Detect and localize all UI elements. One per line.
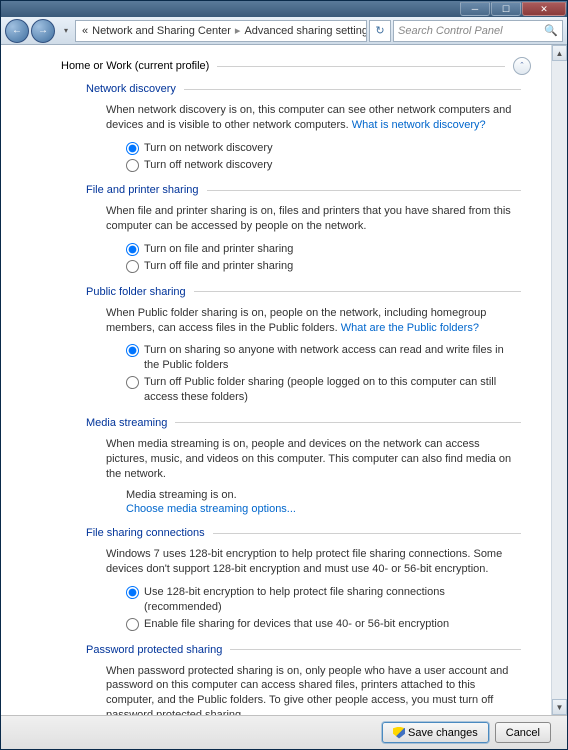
radio-input[interactable] [126, 243, 139, 256]
radio-network-discovery-off[interactable]: Turn off network discovery [126, 158, 521, 173]
scroll-down-icon[interactable]: ▼ [552, 699, 567, 715]
help-link[interactable]: What are the Public folders? [341, 322, 479, 334]
section-description: When file and printer sharing is on, fil… [106, 204, 521, 234]
section-title-text: Network discovery [86, 83, 176, 95]
section-file-sharing-connections: File sharing connections Windows 7 uses … [86, 527, 521, 631]
navigation-bar: ← → ▾ « Network and Sharing Center ▸ Adv… [1, 17, 567, 45]
button-label: Save changes [408, 727, 478, 739]
profile-title: Home or Work (current profile) [61, 60, 209, 72]
help-link[interactable]: What is network discovery? [352, 119, 486, 131]
chevron-right-icon: ▸ [235, 24, 241, 37]
radio-public-folder-off[interactable]: Turn off Public folder sharing (people l… [126, 375, 521, 405]
breadcrumb-item[interactable]: Advanced sharing settings [244, 25, 367, 37]
section-network-discovery: Network discovery When network discovery… [86, 83, 521, 172]
divider [207, 190, 521, 191]
radio-group: Use 128-bit encryption to help protect f… [126, 585, 521, 632]
search-placeholder: Search Control Panel [398, 25, 503, 37]
divider [184, 89, 521, 90]
titlebar: ─ ☐ ✕ [1, 1, 567, 17]
radio-input[interactable] [126, 159, 139, 172]
scroll-area: Home or Work (current profile) ˆ Network… [1, 45, 551, 715]
section-title-text: Media streaming [86, 417, 167, 429]
radio-encryption-4056[interactable]: Enable file sharing for devices that use… [126, 617, 521, 632]
maximize-button[interactable]: ☐ [491, 2, 521, 16]
section-title: File sharing connections [86, 527, 521, 539]
radio-public-folder-on[interactable]: Turn on sharing so anyone with network a… [126, 343, 521, 373]
radio-file-printer-off[interactable]: Turn off file and printer sharing [126, 259, 521, 274]
radio-group: Turn on file and printer sharing Turn of… [126, 242, 521, 274]
search-icon: 🔍 [544, 24, 558, 37]
section-title: Public folder sharing [86, 286, 521, 298]
close-button[interactable]: ✕ [522, 2, 566, 16]
divider [217, 66, 505, 67]
refresh-button[interactable]: ↻ [369, 20, 391, 42]
divider [175, 422, 521, 423]
section-description: When network discovery is on, this compu… [106, 103, 521, 133]
section-media-streaming: Media streaming When media streaming is … [86, 417, 521, 516]
minimize-button[interactable]: ─ [460, 2, 490, 16]
radio-input[interactable] [126, 344, 139, 357]
breadcrumb[interactable]: « Network and Sharing Center ▸ Advanced … [75, 20, 367, 42]
cancel-button[interactable]: Cancel [495, 722, 551, 743]
section-title-text: Public folder sharing [86, 286, 186, 298]
section-title: File and printer sharing [86, 184, 521, 196]
section-password-protected-sharing: Password protected sharing When password… [86, 644, 521, 715]
radio-label: Turn off Public folder sharing (people l… [144, 375, 521, 405]
divider [230, 649, 521, 650]
section-title-text: File and printer sharing [86, 184, 199, 196]
radio-input[interactable] [126, 586, 139, 599]
search-input[interactable]: Search Control Panel 🔍 [393, 20, 563, 42]
section-title: Password protected sharing [86, 644, 521, 656]
section-title-text: Password protected sharing [86, 644, 222, 656]
collapse-button[interactable]: ˆ [513, 57, 531, 75]
footer-bar: Save changes Cancel [1, 715, 567, 749]
divider [213, 533, 521, 534]
breadcrumb-prefix: « [82, 25, 88, 37]
radio-label: Turn off file and printer sharing [144, 259, 293, 274]
section-public-folder-sharing: Public folder sharing When Public folder… [86, 286, 521, 405]
radio-label: Turn on network discovery [144, 141, 273, 156]
content-area: Home or Work (current profile) ˆ Network… [1, 45, 567, 715]
radio-group: Turn on sharing so anyone with network a… [126, 343, 521, 404]
media-options-link[interactable]: Choose media streaming options... [126, 503, 296, 515]
radio-group: Turn on network discovery Turn off netwo… [126, 141, 521, 173]
vertical-scrollbar[interactable]: ▲ ▼ [551, 45, 567, 715]
section-description: Windows 7 uses 128-bit encryption to hel… [106, 547, 521, 577]
media-status-text: Media streaming is on. [126, 489, 521, 501]
section-description: When Public folder sharing is on, people… [106, 306, 521, 336]
scroll-up-icon[interactable]: ▲ [552, 45, 567, 61]
radio-label: Turn off network discovery [144, 158, 272, 173]
section-file-printer-sharing: File and printer sharing When file and p… [86, 184, 521, 273]
save-changes-button[interactable]: Save changes [382, 722, 489, 743]
radio-encryption-128[interactable]: Use 128-bit encryption to help protect f… [126, 585, 521, 615]
radio-file-printer-on[interactable]: Turn on file and printer sharing [126, 242, 521, 257]
radio-input[interactable] [126, 618, 139, 631]
back-button[interactable]: ← [5, 19, 29, 43]
breadcrumb-item[interactable]: Network and Sharing Center [92, 25, 231, 37]
radio-label: Turn on file and printer sharing [144, 242, 293, 257]
radio-label: Enable file sharing for devices that use… [144, 617, 449, 632]
section-title: Network discovery [86, 83, 521, 95]
divider [194, 291, 521, 292]
shield-icon [393, 727, 405, 739]
section-description: When media streaming is on, people and d… [106, 437, 521, 482]
section-title-text: File sharing connections [86, 527, 205, 539]
radio-label: Use 128-bit encryption to help protect f… [144, 585, 521, 615]
section-description: When password protected sharing is on, o… [106, 664, 521, 715]
section-title: Media streaming [86, 417, 521, 429]
window-frame: ─ ☐ ✕ ← → ▾ « Network and Sharing Center… [0, 0, 568, 750]
profile-header: Home or Work (current profile) ˆ [11, 53, 531, 83]
radio-input[interactable] [126, 376, 139, 389]
radio-network-discovery-on[interactable]: Turn on network discovery [126, 141, 521, 156]
forward-button[interactable]: → [31, 19, 55, 43]
radio-input[interactable] [126, 260, 139, 273]
radio-input[interactable] [126, 142, 139, 155]
radio-label: Turn on sharing so anyone with network a… [144, 343, 521, 373]
history-dropdown-icon[interactable]: ▾ [59, 26, 73, 35]
